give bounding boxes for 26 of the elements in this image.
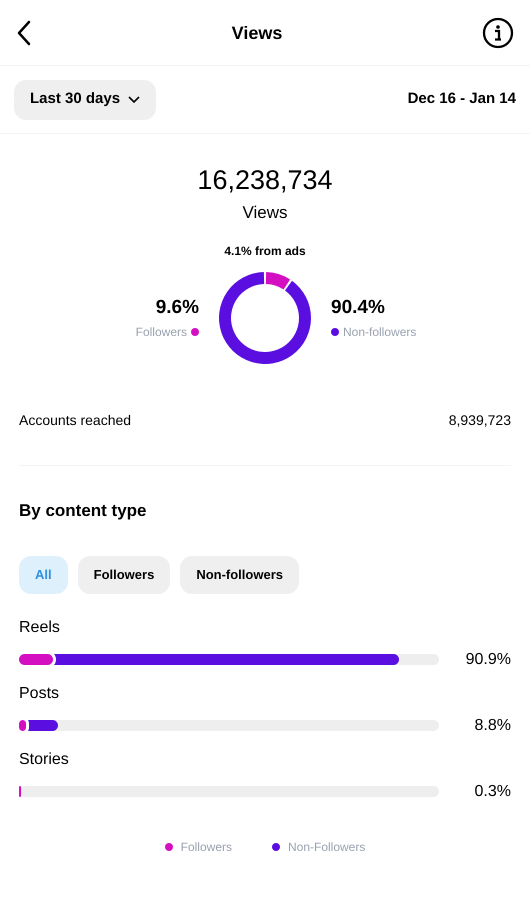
legend-label: Non-Followers — [288, 838, 366, 856]
info-icon[interactable] — [482, 16, 514, 48]
legend-label: Non-followers — [343, 324, 416, 341]
percentage: 0.3% — [474, 782, 511, 802]
ads-note: 4.1% from ads — [224, 242, 306, 260]
legend-label: Followers — [136, 324, 187, 341]
content-type-label: Reels — [19, 618, 61, 638]
percentage: 8.8% — [474, 716, 511, 736]
filter-tab[interactable]: Non-followers — [180, 556, 299, 594]
section-title: By content type — [19, 500, 147, 520]
content-type-label: Posts — [19, 684, 60, 704]
metric-value: 8,939,723 — [448, 410, 511, 430]
legend-label: Followers — [180, 838, 232, 856]
views-label: Views — [242, 202, 288, 224]
chevron-down-icon — [128, 96, 140, 104]
filter-tab[interactable]: Followers — [78, 556, 170, 594]
views-total: 16,238,734 — [197, 164, 333, 196]
content-type-label: Stories — [19, 750, 70, 770]
date-range: Dec 16 - Jan 14 — [408, 89, 516, 110]
metric-label: Accounts reached — [19, 410, 132, 430]
back-icon[interactable] — [16, 20, 32, 46]
percentage: 90.9% — [466, 650, 511, 670]
date-range-dropdown[interactable]: Last 30 days — [14, 80, 156, 120]
page-title: Views — [232, 22, 282, 44]
percentage: 90.4% — [331, 296, 385, 320]
percentage: 9.6% — [156, 296, 199, 320]
